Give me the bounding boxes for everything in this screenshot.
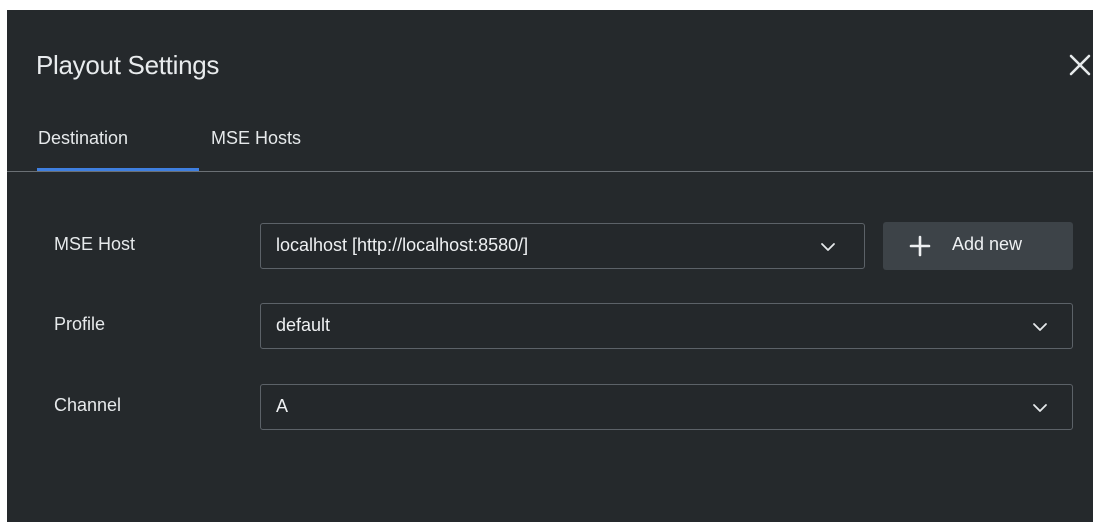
profile-select[interactable]: default (260, 303, 1073, 349)
profile-value: default (276, 315, 331, 335)
chevron-down-icon (1033, 404, 1047, 412)
tab-destination[interactable]: Destination (38, 128, 128, 149)
playout-settings-dialog: Playout Settings Destination MSE Hosts M… (7, 10, 1093, 522)
tab-mse-hosts[interactable]: MSE Hosts (211, 128, 301, 149)
add-new-label: Add new (952, 234, 1023, 254)
chevron-down-icon (1033, 323, 1047, 331)
mse-host-select[interactable]: localhost [http://localhost:8580/] (260, 223, 865, 269)
chevron-down-icon (821, 243, 835, 251)
channel-select[interactable]: A (260, 384, 1073, 430)
add-new-button[interactable]: Add new (883, 222, 1073, 270)
channel-label: Channel (54, 395, 122, 415)
plus-icon (909, 235, 931, 257)
channel-value: A (276, 396, 289, 416)
close-icon (1069, 54, 1091, 76)
dialog-title: Playout Settings (36, 50, 220, 80)
mse-host-value: localhost [http://localhost:8580/] (276, 235, 529, 255)
mse-host-label: MSE Host (54, 234, 136, 254)
profile-label: Profile (54, 314, 106, 334)
tabs-divider (7, 171, 1093, 172)
settings-tabs: Destination MSE Hosts (7, 122, 1093, 172)
close-button[interactable] (1065, 46, 1093, 82)
